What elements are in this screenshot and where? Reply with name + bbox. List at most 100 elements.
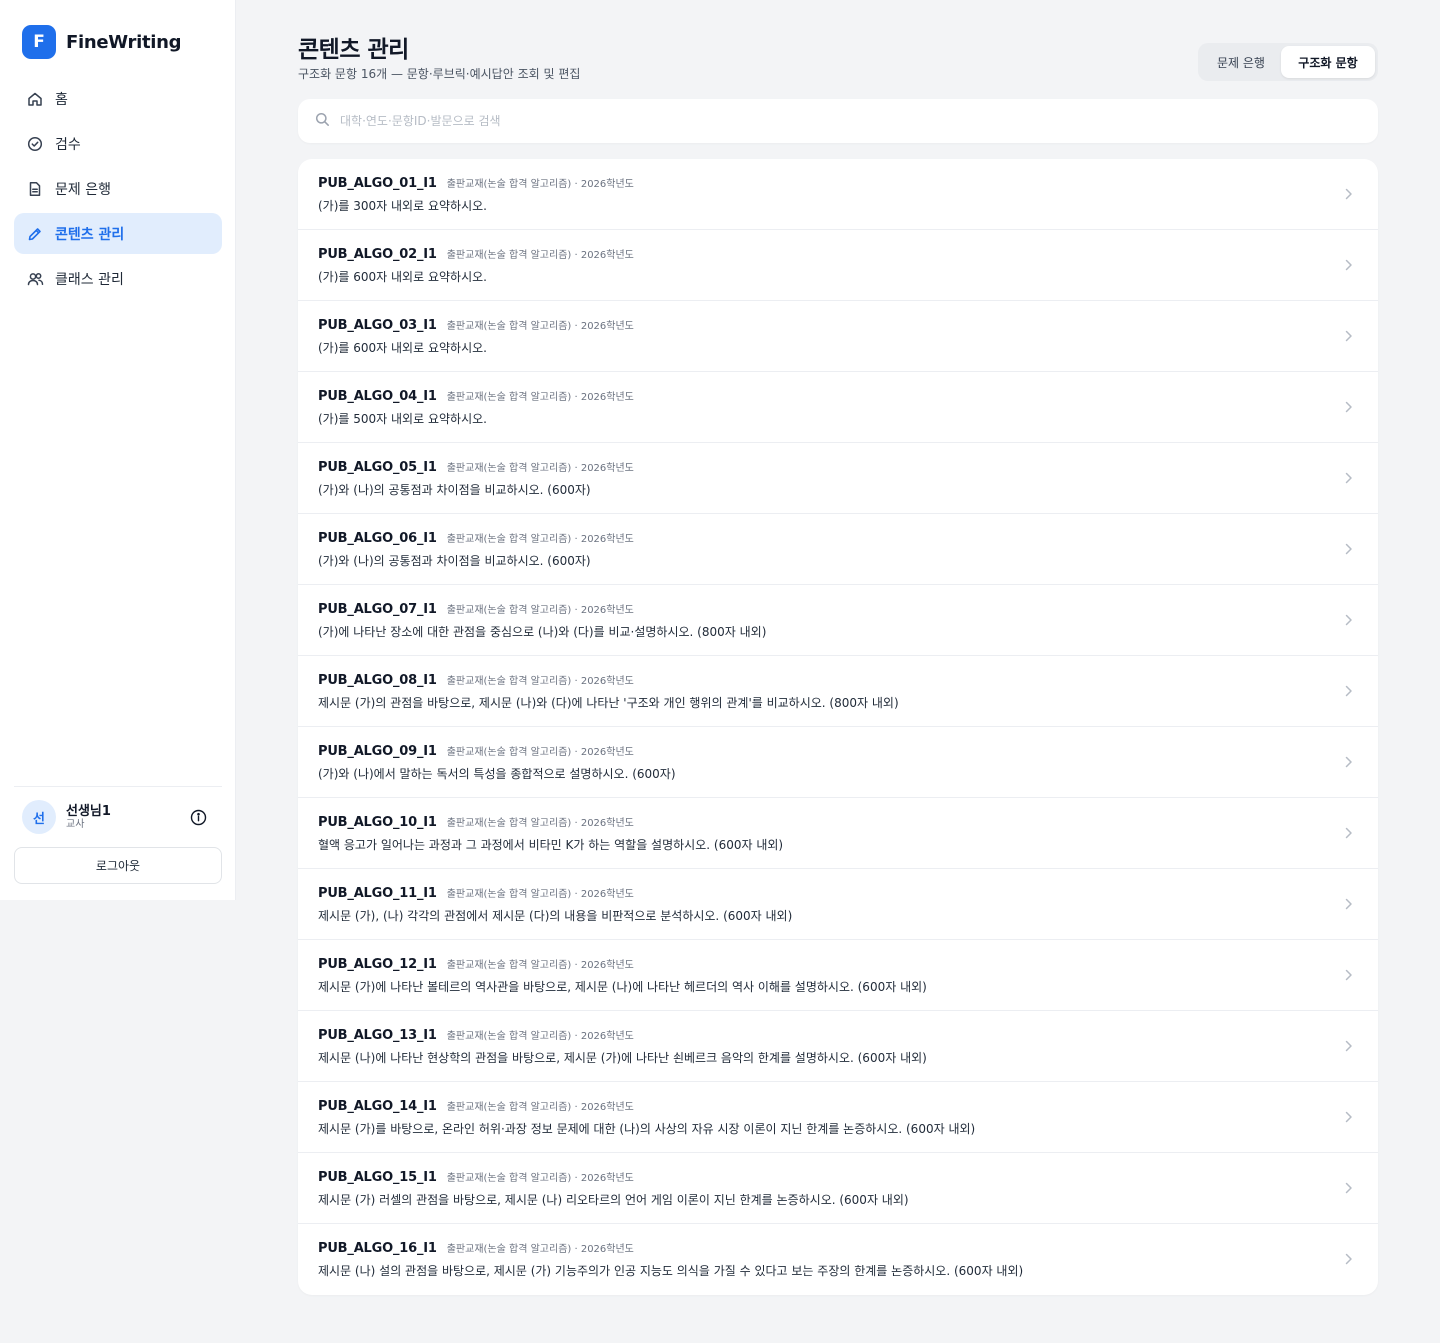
item-prompt: (가)에 나타난 장소에 대한 관점을 중심으로 (나)와 (다)를 비교·설명… [318,625,767,639]
page-subtitle: 구조화 문항 16개 — 문항·루브릭·예시답안 조회 및 편집 [298,67,581,81]
list-item-head: PUB_ALGO_09_I1 출판교재(논술 합격 알고리즘) · 2026학년도 [318,743,634,759]
chevron-right-icon [1342,470,1356,486]
item-meta: 출판교재(논술 합격 알고리즘) · 2026학년도 [446,1102,634,1113]
logout-button[interactable]: 로그아웃 [14,847,222,884]
avatar: 선 [22,800,56,834]
item-meta: 출판교재(논술 합격 알고리즘) · 2026학년도 [446,747,634,758]
toggle-structured-items[interactable]: 구조화 문항 [1281,46,1375,78]
item-id: PUB_ALGO_16_I1 [318,1241,437,1256]
list-item[interactable]: PUB_ALGO_02_I1 출판교재(논술 합격 알고리즘) · 2026학년도… [298,230,1378,301]
list-item-head: PUB_ALGO_01_I1 출판교재(논술 합격 알고리즘) · 2026학년도 [318,175,634,191]
list-item[interactable]: PUB_ALGO_05_I1 출판교재(논술 합격 알고리즘) · 2026학년도… [298,443,1378,514]
sidebar-item-class-management[interactable]: 클래스 관리 [14,258,222,299]
item-meta: 출판교재(논술 합격 알고리즘) · 2026학년도 [446,1031,634,1042]
item-id: PUB_ALGO_09_I1 [318,744,437,759]
item-id: PUB_ALGO_05_I1 [318,460,437,475]
user-role: 교사 [66,818,85,830]
item-meta: 출판교재(논술 합격 알고리즘) · 2026학년도 [446,1244,634,1255]
sidebar-item-review[interactable]: 검수 [14,123,222,164]
list-item[interactable]: PUB_ALGO_14_I1 출판교재(논술 합격 알고리즘) · 2026학년도… [298,1082,1378,1153]
chevron-right-icon [1342,1109,1356,1125]
chevron-right-icon [1342,1180,1356,1196]
toggle-question-bank[interactable]: 문제 은행 [1201,46,1281,78]
item-list: PUB_ALGO_01_I1 출판교재(논술 합격 알고리즘) · 2026학년도… [298,159,1378,1295]
list-item[interactable]: PUB_ALGO_10_I1 출판교재(논술 합격 알고리즘) · 2026학년도… [298,798,1378,869]
chevron-right-icon [1342,328,1356,344]
sidebar-nav: 홈 검수 문제 은행 콘텐츠 관리 클래스 관리 [14,78,222,303]
list-item[interactable]: PUB_ALGO_11_I1 출판교재(논술 합격 알고리즘) · 2026학년도… [298,869,1378,940]
item-prompt: 혈액 응고가 일어나는 과정과 그 과정에서 비타민 K가 하는 역할을 설명하… [318,838,784,852]
list-item[interactable]: PUB_ALGO_07_I1 출판교재(논술 합격 알고리즘) · 2026학년도… [298,585,1378,656]
chevron-right-icon [1342,257,1356,273]
list-item[interactable]: PUB_ALGO_09_I1 출판교재(논술 합격 알고리즘) · 2026학년도… [298,727,1378,798]
chevron-right-icon [1342,967,1356,983]
item-id: PUB_ALGO_04_I1 [318,389,437,404]
item-meta: 출판교재(논술 합격 알고리즘) · 2026학년도 [446,534,634,545]
item-prompt: (가)를 300자 내외로 요약하시오. [318,199,487,213]
item-id: PUB_ALGO_08_I1 [318,673,437,688]
item-id: PUB_ALGO_06_I1 [318,531,437,546]
item-prompt: (가)와 (나)의 공통점과 차이점을 비교하시오. (600자) [318,554,591,568]
search-icon [315,112,330,131]
list-item[interactable]: PUB_ALGO_12_I1 출판교재(논술 합격 알고리즘) · 2026학년도… [298,940,1378,1011]
chevron-right-icon [1342,186,1356,202]
home-icon [26,90,44,108]
item-meta: 출판교재(논술 합격 알고리즘) · 2026학년도 [446,1173,634,1184]
list-item-head: PUB_ALGO_03_I1 출판교재(논술 합격 알고리즘) · 2026학년도 [318,317,634,333]
sidebar-item-question-bank[interactable]: 문제 은행 [14,168,222,209]
pencil-icon [26,225,44,243]
item-meta: 출판교재(논술 합격 알고리즘) · 2026학년도 [446,889,634,900]
item-prompt: 제시문 (가)에 나타난 볼테르의 역사관을 바탕으로, 제시문 (나)에 나타… [318,980,927,994]
check-circle-icon [26,135,44,153]
item-meta: 출판교재(논술 합격 알고리즘) · 2026학년도 [446,392,634,403]
item-meta: 출판교재(논술 합격 알고리즘) · 2026학년도 [446,960,634,971]
brand[interactable]: F FineWriting [22,25,182,59]
item-id: PUB_ALGO_07_I1 [318,602,437,617]
item-meta: 출판교재(논술 합격 알고리즘) · 2026학년도 [446,250,634,261]
item-meta: 출판교재(논술 합격 알고리즘) · 2026학년도 [446,179,634,190]
sidebar-item-label: 검수 [55,136,81,153]
item-meta: 출판교재(논술 합격 알고리즘) · 2026학년도 [446,676,634,687]
sidebar-item-content-management[interactable]: 콘텐츠 관리 [14,213,222,254]
list-item-head: PUB_ALGO_14_I1 출판교재(논술 합격 알고리즘) · 2026학년도 [318,1098,634,1114]
item-prompt: 제시문 (가) 러셀의 관점을 바탕으로, 제시문 (나) 리오타르의 언어 게… [318,1193,909,1207]
item-prompt: 제시문 (가), (나) 각각의 관점에서 제시문 (다)의 내용을 비판적으로… [318,909,793,923]
list-item-head: PUB_ALGO_16_I1 출판교재(논술 합격 알고리즘) · 2026학년도 [318,1240,634,1256]
list-item[interactable]: PUB_ALGO_16_I1 출판교재(논술 합격 알고리즘) · 2026학년도… [298,1224,1378,1295]
item-id: PUB_ALGO_10_I1 [318,815,437,830]
item-prompt: (가)를 500자 내외로 요약하시오. [318,412,487,426]
list-item[interactable]: PUB_ALGO_13_I1 출판교재(논술 합격 알고리즘) · 2026학년도… [298,1011,1378,1082]
brand-logo: F [22,25,56,59]
chevron-right-icon [1342,825,1356,841]
item-prompt: 제시문 (나)에 나타난 현상학의 관점을 바탕으로, 제시문 (가)에 나타난… [318,1051,927,1065]
list-item-head: PUB_ALGO_15_I1 출판교재(논술 합격 알고리즘) · 2026학년도 [318,1169,634,1185]
chevron-right-icon [1342,612,1356,628]
sidebar-item-home[interactable]: 홈 [14,78,222,119]
list-item-head: PUB_ALGO_05_I1 출판교재(논술 합격 알고리즘) · 2026학년도 [318,459,634,475]
item-id: PUB_ALGO_13_I1 [318,1028,437,1043]
list-item[interactable]: PUB_ALGO_08_I1 출판교재(논술 합격 알고리즘) · 2026학년도… [298,656,1378,727]
list-item[interactable]: PUB_ALGO_01_I1 출판교재(논술 합격 알고리즘) · 2026학년도… [298,159,1378,230]
item-id: PUB_ALGO_03_I1 [318,318,437,333]
chevron-right-icon [1342,541,1356,557]
document-icon [26,180,44,198]
users-icon [26,270,44,288]
list-item[interactable]: PUB_ALGO_03_I1 출판교재(논술 합격 알고리즘) · 2026학년도… [298,301,1378,372]
list-item-head: PUB_ALGO_11_I1 출판교재(논술 합격 알고리즘) · 2026학년도 [318,885,634,901]
list-item[interactable]: PUB_ALGO_15_I1 출판교재(논술 합격 알고리즘) · 2026학년도… [298,1153,1378,1224]
list-item[interactable]: PUB_ALGO_04_I1 출판교재(논술 합격 알고리즘) · 2026학년도… [298,372,1378,443]
list-item-head: PUB_ALGO_13_I1 출판교재(논술 합격 알고리즘) · 2026학년도 [318,1027,634,1043]
chevron-right-icon [1342,896,1356,912]
chevron-right-icon [1342,683,1356,699]
info-icon[interactable] [189,808,207,826]
chevron-right-icon [1342,754,1356,770]
list-item[interactable]: PUB_ALGO_06_I1 출판교재(논술 합격 알고리즘) · 2026학년도… [298,514,1378,585]
item-id: PUB_ALGO_11_I1 [318,886,437,901]
item-prompt: (가)를 600자 내외로 요약하시오. [318,270,487,284]
search-input[interactable] [340,114,1340,128]
list-item-head: PUB_ALGO_12_I1 출판교재(논술 합격 알고리즘) · 2026학년도 [318,956,634,972]
user-meta: 선생님1 교사 [66,804,189,831]
sidebar-item-label: 홈 [55,91,68,108]
item-prompt: (가)를 600자 내외로 요약하시오. [318,341,487,355]
list-item-head: PUB_ALGO_04_I1 출판교재(논술 합격 알고리즘) · 2026학년도 [318,388,634,404]
